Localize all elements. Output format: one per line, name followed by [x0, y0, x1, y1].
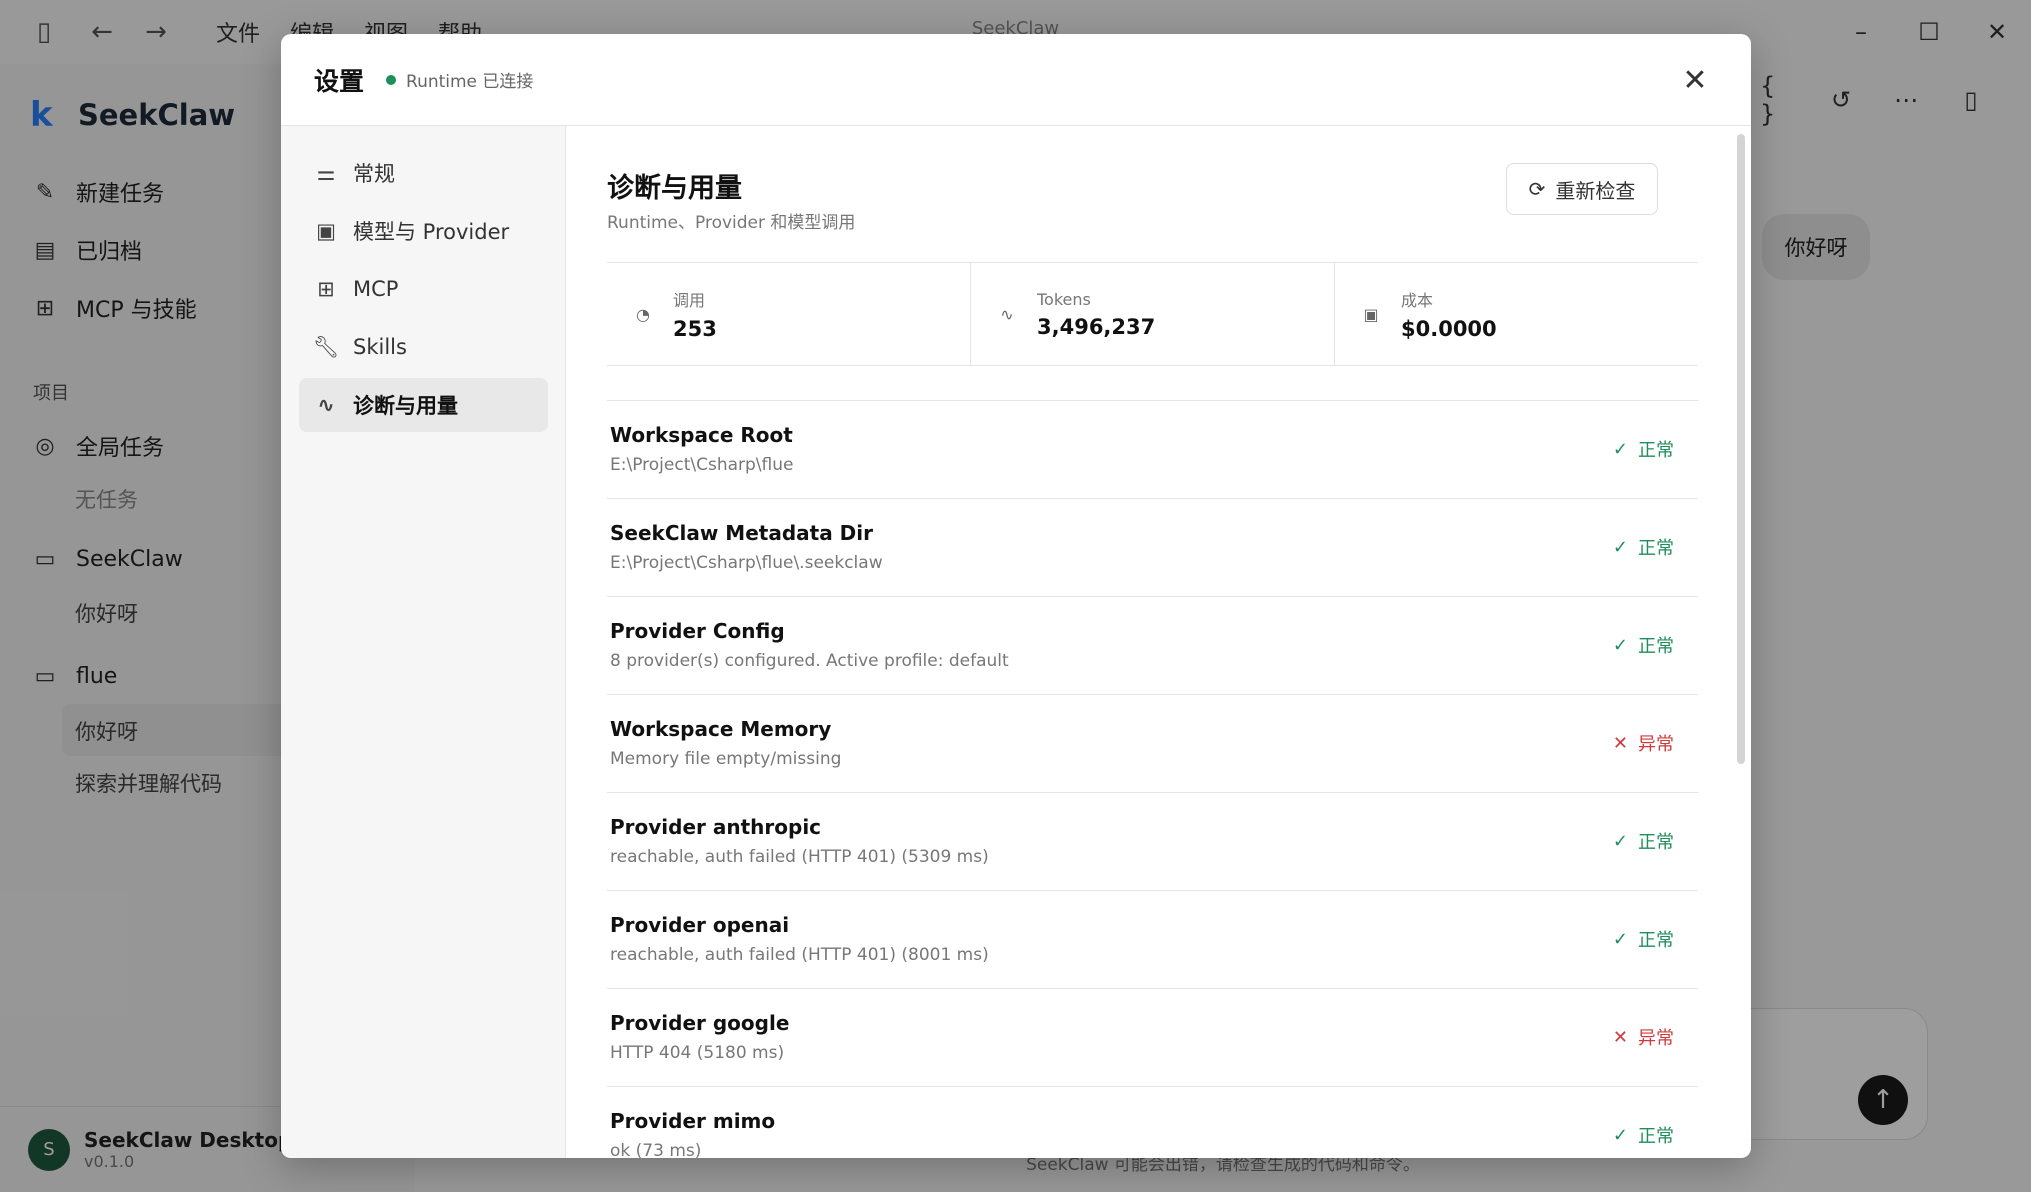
- check-row: Provider openai reachable, auth failed (…: [607, 891, 1698, 989]
- section-title: 诊断与用量: [607, 173, 742, 204]
- check-name: Provider Config: [610, 619, 785, 643]
- nav-label: 诊断与用量: [353, 394, 458, 418]
- stat-tokens: ∿ Tokens 3,496,237: [971, 263, 1335, 365]
- stat-cost: ▣ 成本 $0.0000: [1335, 263, 1698, 365]
- nav-general[interactable]: ⚌ 常规: [299, 146, 548, 200]
- bot-icon: ▣: [1363, 304, 1379, 324]
- nav-models[interactable]: ▣ 模型与 Provider: [299, 204, 548, 258]
- check-name: SeekClaw Metadata Dir: [610, 521, 873, 545]
- check-icon: ✓: [1612, 438, 1628, 460]
- check-name: Provider mimo: [610, 1109, 776, 1133]
- close-icon[interactable]: ✕: [1675, 60, 1715, 100]
- check-detail: reachable, auth failed (HTTP 401) (5309 …: [610, 847, 989, 867]
- status-text: 异常: [1638, 734, 1674, 755]
- check-icon: ✓: [1612, 1124, 1628, 1146]
- usage-stats: ◔ 调用 253 ∿ Tokens 3,496,237 ▣ 成本 $0.0000: [607, 262, 1698, 366]
- status-badge: ✓ 正常: [1613, 534, 1674, 560]
- nav-label: MCP: [353, 277, 399, 301]
- nav-label: Skills: [353, 335, 407, 359]
- stat-label: 成本: [1401, 291, 1434, 310]
- stat-label: Tokens: [1037, 289, 1091, 309]
- check-icon: ✓: [1612, 634, 1628, 656]
- status-text: 正常: [1638, 1126, 1674, 1147]
- recheck-label: 重新检查: [1555, 178, 1636, 203]
- check-name: Provider anthropic: [610, 815, 822, 839]
- settings-nav: ⚌ 常规 ▣ 模型与 Provider ⊞ MCP 🔧︎ Skills ∿ 诊断…: [281, 126, 566, 1158]
- stat-calls: ◔ 调用 253: [607, 263, 971, 365]
- section-subtitle: Runtime、Provider 和模型调用: [607, 213, 856, 233]
- check-name: Provider openai: [610, 913, 790, 937]
- check-name: Workspace Root: [610, 423, 793, 447]
- recheck-button[interactable]: ⟳ 重新检查: [1506, 163, 1658, 215]
- dialog-title: 设置: [314, 66, 365, 96]
- check-detail: Memory file empty/missing: [610, 749, 842, 769]
- status-badge: ✕ 异常: [1613, 730, 1674, 756]
- activity-icon: ∿: [317, 393, 335, 417]
- check-name: Provider google: [610, 1011, 790, 1035]
- check-icon: ✓: [1612, 536, 1628, 558]
- check-row: SeekClaw Metadata Dir E:\Project\Csharp\…: [607, 499, 1698, 597]
- check-row: Provider mimo ok (73 ms) ✓ 正常: [607, 1087, 1698, 1158]
- sliders-icon: ⚌: [316, 161, 336, 185]
- x-icon: ✕: [1612, 732, 1628, 754]
- check-icon: ✓: [1612, 928, 1628, 950]
- status-badge: ✓ 正常: [1613, 632, 1674, 658]
- check-detail: reachable, auth failed (HTTP 401) (8001 …: [610, 945, 989, 965]
- check-row: Provider anthropic reachable, auth faile…: [607, 793, 1698, 891]
- check-icon: ✓: [1612, 830, 1628, 852]
- nav-diagnostics[interactable]: ∿ 诊断与用量: [299, 378, 548, 432]
- stat-label: 调用: [673, 291, 706, 310]
- status-text: 正常: [1638, 930, 1674, 951]
- check-name: Workspace Memory: [610, 717, 832, 741]
- status-text: 异常: [1638, 1028, 1674, 1049]
- bot-icon: ▣: [316, 219, 336, 243]
- blocks-icon: ⊞: [317, 277, 335, 301]
- activity-icon: ∿: [1000, 304, 1014, 324]
- check-row: Provider google HTTP 404 (5180 ms) ✕ 异常: [607, 989, 1698, 1087]
- nav-label: 模型与 Provider: [353, 220, 510, 244]
- diagnostics-panel: 诊断与用量 Runtime、Provider 和模型调用 ⟳ 重新检查 ◔ 调用…: [567, 126, 1737, 1158]
- settings-dialog: 设置 Runtime 已连接 ✕ ⚌ 常规 ▣ 模型与 Provider ⊞ M…: [281, 34, 1751, 1158]
- check-row: Workspace Root E:\Project\Csharp\flue ✓ 正…: [607, 401, 1698, 499]
- check-detail: E:\Project\Csharp\flue: [610, 455, 794, 475]
- stat-value: $0.0000: [1401, 317, 1497, 341]
- check-detail: ok (73 ms): [610, 1141, 702, 1158]
- runtime-status: Runtime 已连接: [406, 72, 534, 92]
- nav-skills[interactable]: 🔧︎ Skills: [299, 320, 548, 374]
- nav-label: 常规: [353, 162, 395, 186]
- stat-value: 3,496,237: [1037, 314, 1156, 339]
- status-badge: ✓ 正常: [1613, 1122, 1674, 1148]
- status-badge: ✓ 正常: [1613, 926, 1674, 952]
- check-row: Workspace Memory Memory file empty/missi…: [607, 695, 1698, 793]
- check-detail: 8 provider(s) configured. Active profile…: [610, 651, 1009, 671]
- status-text: 正常: [1638, 832, 1674, 853]
- check-row: Provider Config 8 provider(s) configured…: [607, 597, 1698, 695]
- check-detail: HTTP 404 (5180 ms): [610, 1043, 785, 1063]
- x-icon: ✕: [1612, 1026, 1628, 1048]
- scrollbar[interactable]: [1737, 134, 1745, 764]
- status-badge: ✓ 正常: [1613, 828, 1674, 854]
- gauge-icon: ◔: [636, 304, 650, 324]
- check-list: Workspace Root E:\Project\Csharp\flue ✓ 正…: [607, 400, 1698, 1158]
- status-text: 正常: [1638, 636, 1674, 657]
- check-detail: E:\Project\Csharp\flue\.seekclaw: [610, 553, 883, 573]
- refresh-icon: ⟳: [1528, 177, 1546, 201]
- status-text: 正常: [1638, 440, 1674, 461]
- stat-value: 253: [673, 317, 717, 341]
- dialog-header: 设置 Runtime 已连接 ✕: [281, 34, 1751, 126]
- wrench-icon: 🔧︎: [312, 334, 340, 359]
- status-dot: [386, 74, 397, 85]
- status-badge: ✓ 正常: [1613, 436, 1674, 462]
- nav-mcp[interactable]: ⊞ MCP: [299, 262, 548, 316]
- status-text: 正常: [1638, 538, 1674, 559]
- status-badge: ✕ 异常: [1613, 1024, 1674, 1050]
